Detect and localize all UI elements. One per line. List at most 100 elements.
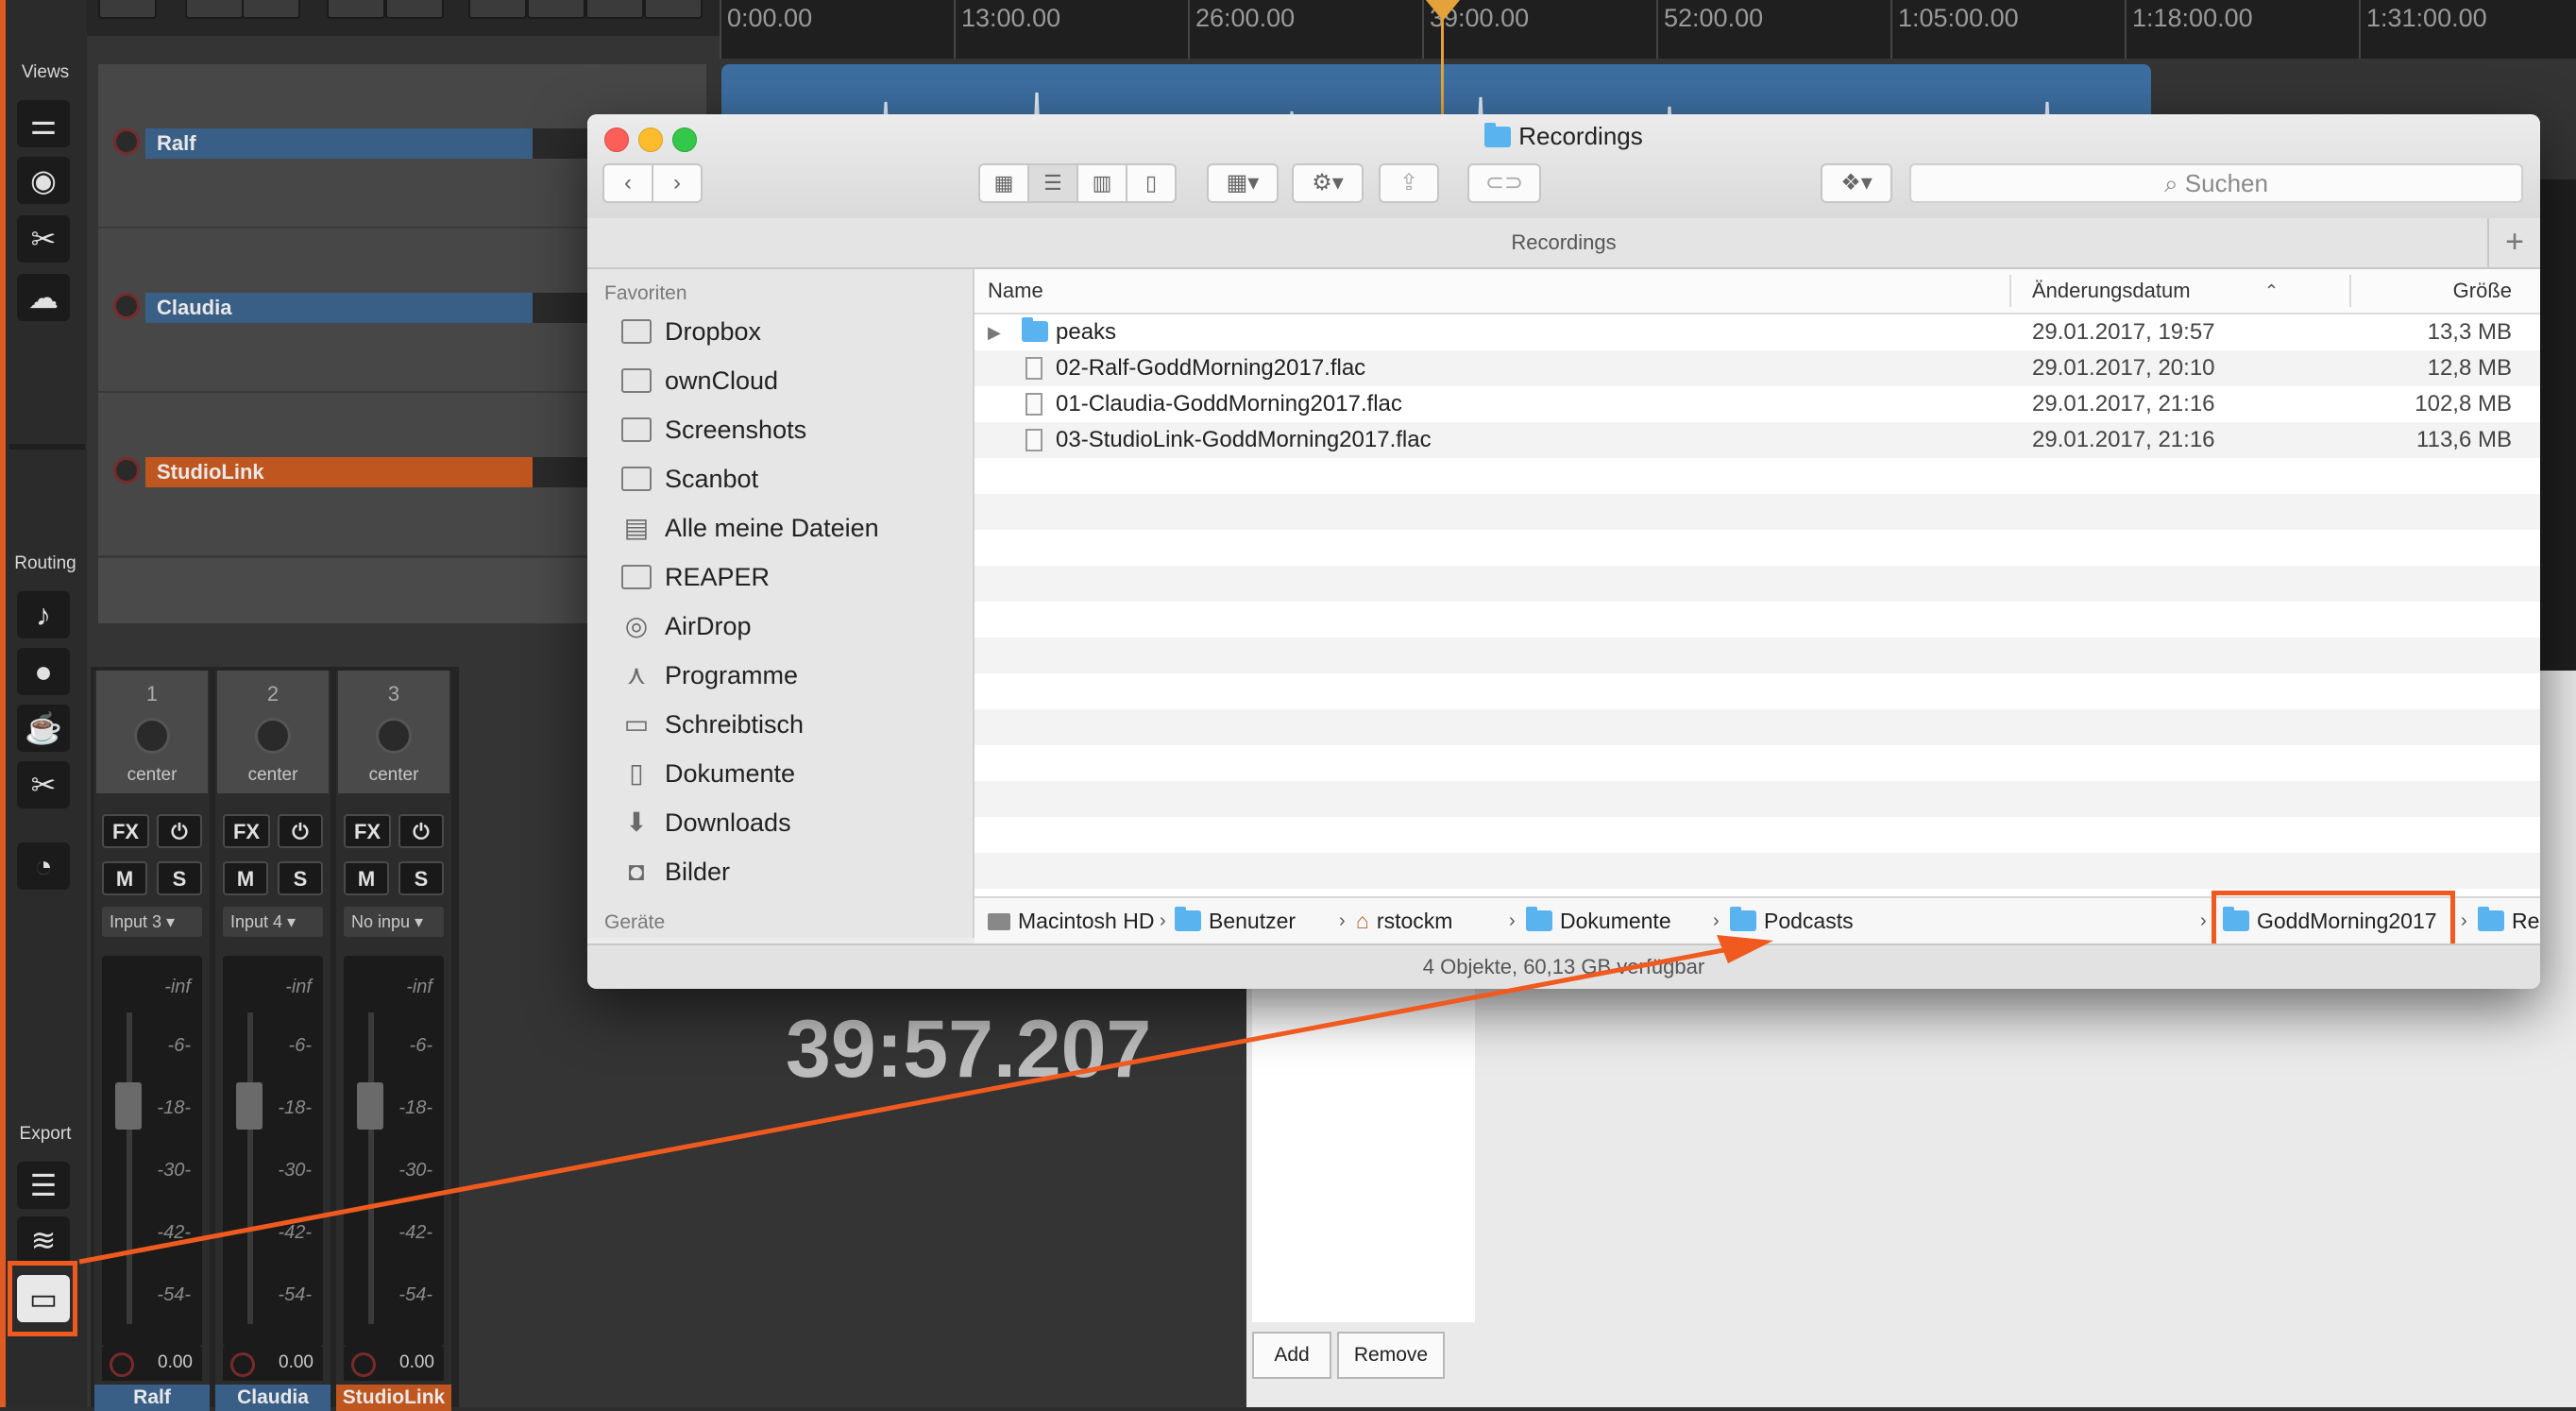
toolbar-button[interactable] — [185, 0, 244, 19]
mute-button[interactable]: M — [223, 861, 268, 895]
toolbar-button[interactable] — [98, 0, 157, 19]
sidebar-item-screenshots[interactable]: Screenshots — [621, 409, 806, 450]
file-row[interactable]: ▶ peaks 29.01.2017, 19:57 13,3 MB — [974, 314, 2540, 350]
music-note-icon[interactable]: ♪ — [17, 591, 70, 638]
chat-view-icon[interactable]: ☁ — [17, 274, 70, 321]
record-icon[interactable] — [110, 1352, 134, 1377]
pan-knob[interactable] — [255, 718, 291, 754]
export-list-icon[interactable]: ☰ — [17, 1162, 70, 1209]
sort-ascending-icon[interactable]: ⌃ — [2264, 269, 2279, 313]
record-icon[interactable] — [230, 1352, 255, 1377]
breadcrumb-benutzer[interactable]: Benutzer — [1175, 898, 1296, 944]
mute-button[interactable]: M — [102, 861, 147, 895]
record-icon[interactable] — [351, 1352, 376, 1377]
db-mark: -30- — [278, 1160, 312, 1181]
back-arrow-icon[interactable]: ‹ — [602, 163, 653, 203]
add-tab-icon[interactable]: + — [2487, 218, 2540, 267]
coffee-cup-icon[interactable]: ☕ — [17, 705, 70, 752]
sidebar-item-applications[interactable]: ⋏ Programme — [621, 654, 798, 696]
fx-button[interactable]: FX — [223, 814, 270, 848]
scissors-icon[interactable]: ✂ — [17, 761, 70, 808]
track-name[interactable]: Ralf — [145, 128, 533, 159]
fader-handle[interactable] — [236, 1082, 263, 1130]
toolbar-button[interactable] — [468, 0, 527, 19]
sidebar-item-desktop[interactable]: ▭ Schreibtisch — [621, 704, 804, 745]
arrange-icon[interactable]: ▦▾ — [1207, 163, 1279, 203]
power-icon[interactable]: ⏻ — [157, 814, 202, 848]
sidebar-item-pictures[interactable]: ◘ Bilder — [621, 851, 731, 892]
breadcrumb-recordings[interactable]: Recordings — [2478, 898, 2540, 944]
microphone-icon[interactable]: ● — [17, 648, 70, 695]
breadcrumb-dokumente[interactable]: Dokumente — [1526, 898, 1671, 944]
column-header-date[interactable]: Änderungsdatum — [2032, 269, 2191, 313]
volume-fader[interactable]: -inf -6- -18- -30- -42- -54- — [223, 956, 323, 1347]
sidebar-item-scanbot[interactable]: Scanbot — [621, 458, 758, 500]
input-select[interactable]: Input 3 ▾ — [102, 907, 202, 937]
tape-view-icon[interactable]: ◉ — [17, 157, 70, 204]
gear-icon[interactable]: ⚙▾ — [1292, 163, 1364, 203]
sidebar-item-downloads[interactable]: ⬇ Downloads — [621, 802, 790, 843]
export-audio-icon[interactable]: ≋ — [17, 1216, 70, 1264]
track-name[interactable]: StudioLink — [145, 457, 533, 487]
track-name[interactable]: Claudia — [145, 293, 533, 323]
pan-knob[interactable] — [376, 718, 412, 754]
chevron-right-icon: › — [1713, 910, 1720, 931]
mixer-view-icon[interactable]: ⚌ — [17, 100, 70, 147]
sidebar-item-airdrop[interactable]: ◎ AirDrop — [621, 605, 752, 647]
column-header-name[interactable]: Name — [988, 269, 1043, 313]
breadcrumb-macintosh-hd[interactable]: Macintosh HD — [988, 898, 1154, 944]
file-row[interactable]: 02-Ralf-GoddMorning2017.flac 29.01.2017,… — [974, 350, 2540, 386]
edit-view-icon[interactable]: ✂ — [17, 215, 70, 263]
solo-button[interactable]: S — [157, 861, 202, 895]
icon-view-icon[interactable]: ▦ — [978, 163, 1029, 203]
column-view-icon[interactable]: ▥ — [1076, 163, 1127, 203]
rss-feed-icon[interactable]: ◔ — [17, 842, 70, 890]
fx-button[interactable]: FX — [102, 814, 149, 848]
input-select[interactable]: No inpu ▾ — [344, 907, 444, 937]
list-view-icon[interactable]: ☰ — [1027, 163, 1078, 203]
breadcrumb-rstockm[interactable]: ⌂ rstockm — [1356, 898, 1452, 944]
column-header-size[interactable]: Größe — [2453, 269, 2512, 313]
file-row[interactable]: 03-StudioLink-GoddMorning2017.flac 29.01… — [974, 422, 2540, 458]
input-select[interactable]: Input 4 ▾ — [223, 907, 323, 937]
sidebar-item-owncloud[interactable]: ownCloud — [621, 360, 778, 401]
forward-arrow-icon[interactable]: › — [652, 163, 703, 203]
volume-fader[interactable]: -inf -6- -18- -30- -42- -54- — [344, 956, 444, 1347]
toolbar-button[interactable] — [385, 0, 444, 19]
toolbar-button[interactable] — [585, 0, 644, 19]
sidebar-item-all-files[interactable]: ▤ Alle meine Dateien — [621, 507, 879, 549]
volume-fader[interactable]: -inf -6- -18- -30- -42- -54- — [102, 956, 202, 1347]
file-list-box[interactable] — [1252, 988, 1475, 1322]
solo-button[interactable]: S — [278, 861, 323, 895]
sidebar-item-reaper[interactable]: REAPER — [621, 556, 770, 598]
fader-handle[interactable] — [115, 1082, 142, 1130]
toolbar-button[interactable] — [327, 0, 385, 19]
power-icon[interactable]: ⏻ — [278, 814, 323, 848]
db-mark: -inf — [285, 977, 312, 997]
sidebar-item-dropbox[interactable]: Dropbox — [621, 311, 761, 352]
mute-button[interactable]: M — [344, 861, 389, 895]
solo-button[interactable]: S — [398, 861, 444, 895]
fx-button[interactable]: FX — [344, 814, 391, 848]
toolbar-button[interactable] — [527, 0, 585, 19]
record-arm-button[interactable] — [113, 457, 140, 484]
record-arm-button[interactable] — [113, 128, 140, 155]
breadcrumb-podcasts[interactable]: Podcasts — [1730, 898, 1854, 944]
remove-button[interactable]: Remove — [1337, 1332, 1445, 1379]
dropbox-icon[interactable]: ❖▾ — [1821, 163, 1892, 203]
disclosure-triangle-icon[interactable]: ▶ — [988, 314, 1001, 350]
search-input[interactable]: ⌕ Suchen — [1909, 163, 2523, 203]
toolbar-button[interactable] — [644, 0, 703, 19]
toolbar-button[interactable] — [242, 0, 300, 19]
share-icon[interactable]: ⇪ — [1379, 163, 1439, 203]
file-row[interactable]: 01-Claudia-GoddMorning2017.flac 29.01.20… — [974, 386, 2540, 422]
add-button[interactable]: Add — [1252, 1332, 1331, 1379]
record-arm-button[interactable] — [113, 293, 140, 319]
power-icon[interactable]: ⏻ — [398, 814, 444, 848]
coverflow-view-icon[interactable]: ▯ — [1126, 163, 1177, 203]
tag-icon[interactable]: ⊂⊃ — [1467, 163, 1541, 203]
sidebar-item-documents[interactable]: ▯ Dokumente — [621, 753, 795, 794]
timeline-ruler[interactable]: 0:00.00 13:00.00 26:00.00 39:00.00 52:00… — [720, 0, 2576, 59]
pan-knob[interactable] — [134, 718, 170, 754]
fader-handle[interactable] — [357, 1082, 383, 1130]
